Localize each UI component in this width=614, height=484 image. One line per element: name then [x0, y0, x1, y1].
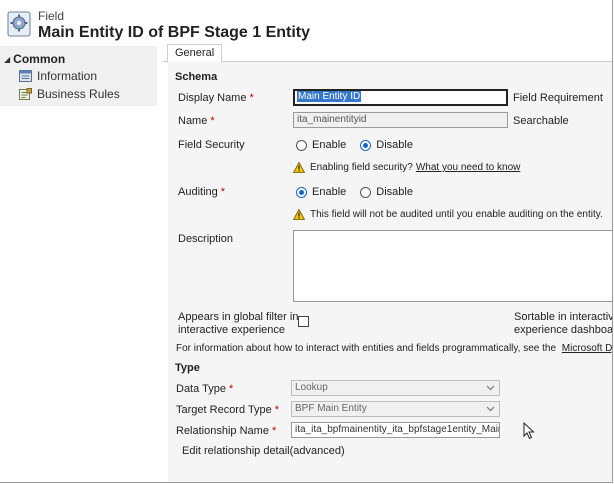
auditing-warning: This field will not be audited until you…: [293, 209, 603, 220]
data-type-label: Data Type *: [176, 383, 234, 395]
field-security-options: Enable Disable: [296, 139, 413, 151]
general-panel: Schema Display Name * Main Entity ID Fiel…: [168, 62, 613, 482]
auditing-options: Enable Disable: [296, 186, 413, 198]
warning-icon: [293, 209, 305, 220]
description-textarea[interactable]: [293, 230, 612, 302]
header-subtitle: Field: [38, 9, 65, 23]
page-title: Main Entity ID of BPF Stage 1 Entity: [38, 24, 311, 41]
edit-relationship-link[interactable]: Edit relationship detail(advanced): [182, 445, 345, 457]
gear-entity-icon: [7, 11, 31, 37]
auditing-enable-radio[interactable]: [296, 186, 307, 198]
auditing-label: Auditing *: [178, 186, 226, 198]
name-input[interactable]: ita_mainentityid: [293, 112, 508, 128]
field-requirement-label: Field Requirement: [513, 92, 603, 104]
chevron-down-icon: [486, 385, 495, 391]
name-label: Name *: [178, 115, 215, 127]
sidebar-item-label: Business Rules: [37, 87, 120, 101]
required-asterisk: *: [271, 425, 277, 437]
auditing-disable-radio[interactable]: [360, 186, 372, 198]
schema-heading: Schema: [175, 71, 218, 83]
business-rules-icon: [19, 88, 32, 100]
sidebar-item-label: Information: [37, 69, 98, 83]
display-name-input[interactable]: Main Entity ID: [293, 89, 508, 106]
relationship-name-label: Relationship Name *: [176, 425, 277, 437]
field-security-warning: Enabling field security? What you need t…: [293, 162, 520, 173]
searchable-label: Searchable: [513, 115, 569, 127]
global-filter-checkbox[interactable]: [298, 316, 309, 327]
mouse-cursor-icon: [523, 422, 535, 440]
chevron-down-icon: [486, 406, 495, 412]
sidebar-group-label: Common: [13, 52, 66, 66]
target-record-type-label: Target Record Type *: [176, 404, 280, 416]
field-security-enable-radio[interactable]: [296, 139, 307, 151]
form-icon: [19, 70, 32, 82]
relationship-name-input[interactable]: ita_ita_bpfmainentity_ita_bpfstage1entit…: [291, 422, 500, 438]
field-security-disable-radio[interactable]: [360, 139, 372, 151]
data-type-select[interactable]: Lookup: [291, 380, 500, 396]
programmatic-info: For information about how to interact wi…: [176, 343, 612, 354]
tab-general[interactable]: General: [167, 44, 223, 63]
sidebar-item-information[interactable]: Information: [19, 69, 97, 83]
required-asterisk: *: [249, 92, 254, 104]
radio-label: Enable: [312, 186, 347, 198]
what-you-need-to-know-link[interactable]: What you need to know: [416, 162, 521, 173]
main-content: General Schema Display Name * Main Entity…: [163, 44, 613, 482]
description-label: Description: [178, 233, 234, 245]
required-asterisk: *: [228, 383, 234, 395]
tab-bar: General: [163, 44, 612, 63]
required-asterisk: *: [220, 186, 226, 198]
target-record-type-select[interactable]: BPF Main Entity: [291, 401, 500, 417]
field-security-label: Field Security: [178, 139, 245, 151]
warning-icon: [293, 162, 305, 173]
radio-label: Disable: [376, 139, 413, 151]
collapse-triangle-icon: ◢: [4, 54, 11, 64]
microsoft-dynamics-link[interactable]: Microsoft Dynam: [562, 343, 612, 354]
sidebar-item-business-rules[interactable]: Business Rules: [19, 87, 120, 101]
radio-label: Disable: [376, 186, 413, 198]
header: Field Main Entity ID of BPF Stage 1 Enti…: [0, 0, 612, 44]
sidebar: ◢ Common Information Business Rules: [0, 46, 157, 106]
global-filter-label: Appears in global filter in interactive …: [178, 311, 299, 336]
sidebar-group-common[interactable]: ◢ Common: [4, 52, 65, 66]
radio-label: Enable: [312, 139, 347, 151]
required-asterisk: *: [274, 404, 280, 416]
display-name-label: Display Name *: [178, 92, 254, 104]
sortable-label: Sortable in interactive experience dashb…: [514, 311, 613, 336]
field-properties-window: Field Main Entity ID of BPF Stage 1 Enti…: [0, 0, 613, 483]
type-heading: Type: [175, 362, 200, 374]
required-asterisk: *: [210, 115, 215, 127]
